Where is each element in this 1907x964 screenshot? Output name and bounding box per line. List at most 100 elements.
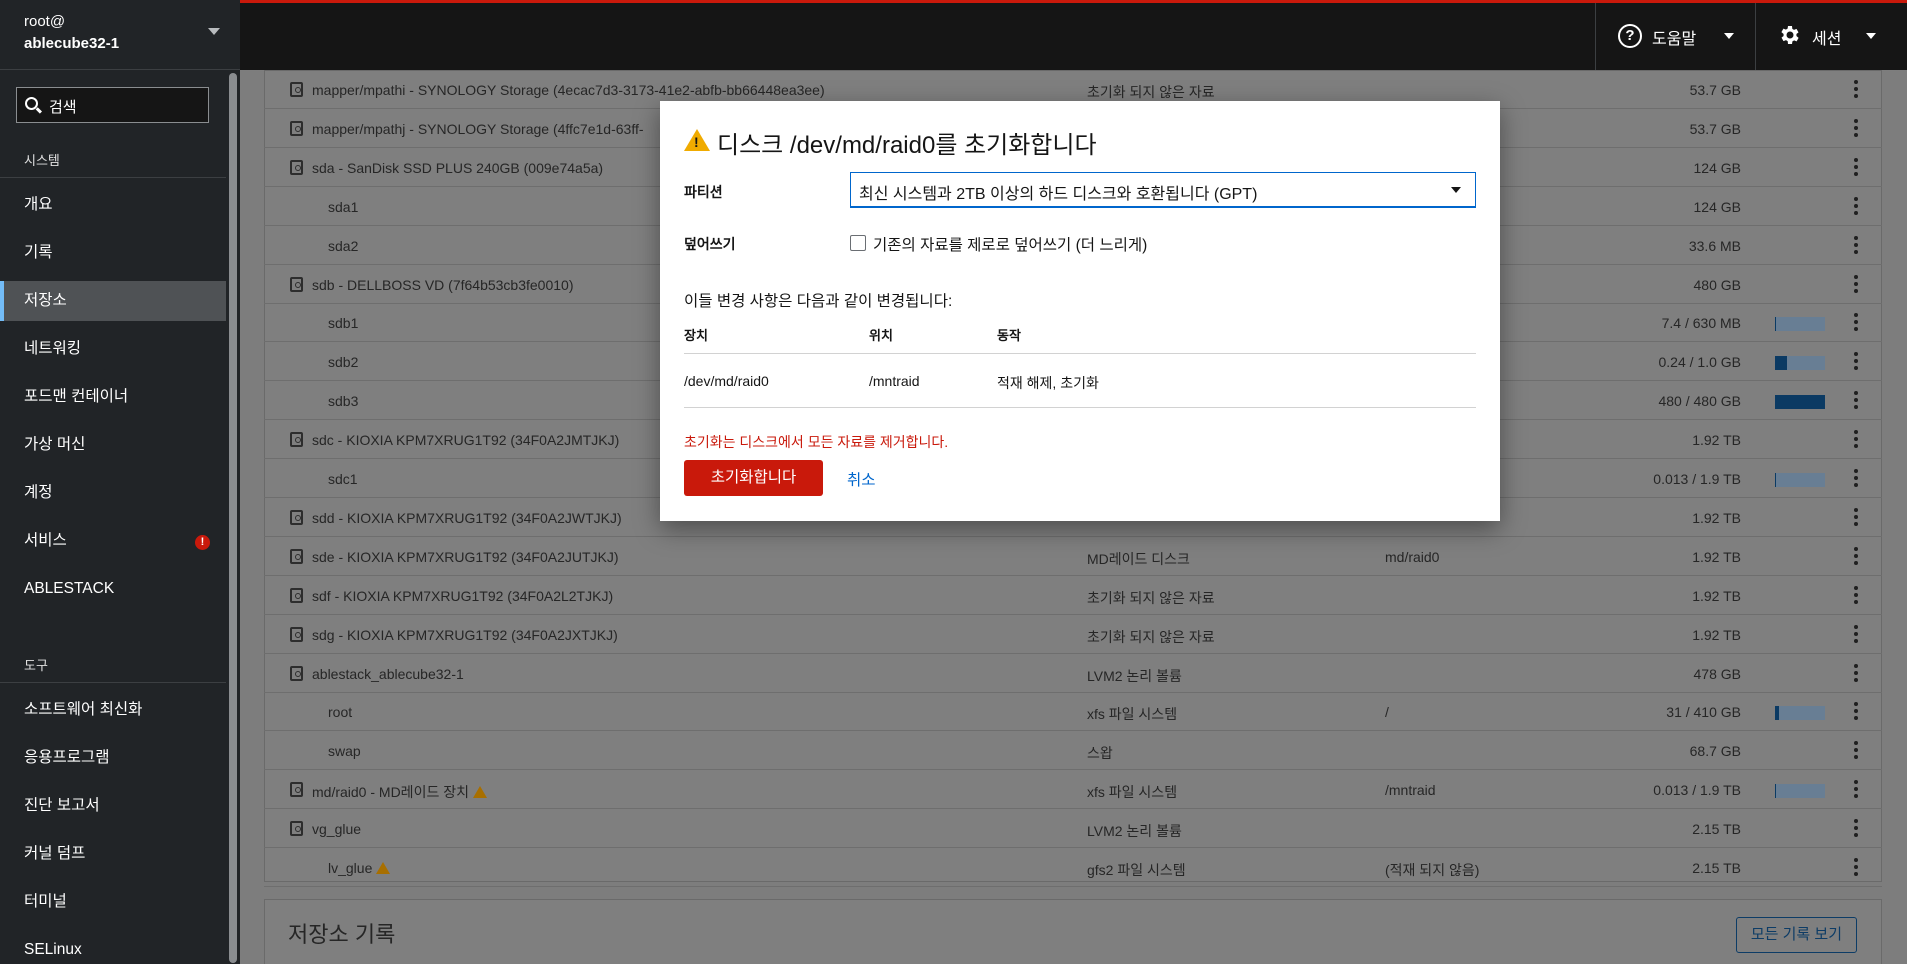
kebab-menu-icon[interactable]	[1854, 546, 1858, 565]
kebab-menu-icon[interactable]	[1854, 780, 1858, 799]
drive-name: sdb2	[328, 354, 359, 371]
kebab-menu-icon[interactable]	[1854, 507, 1858, 526]
kebab-menu-icon[interactable]	[1854, 430, 1858, 449]
host-switcher[interactable]: root@ ablecube32-1	[0, 0, 240, 70]
divider	[0, 682, 226, 683]
sidebar-item-8[interactable]: 서비스!	[0, 521, 226, 561]
drive-size: 53.7 GB	[1689, 82, 1741, 98]
sidebar-item-label: 네트워킹	[24, 340, 82, 357]
drive-icon	[290, 432, 303, 448]
drive-content: 초기화 되지 않은 자료	[1087, 628, 1215, 645]
usage-bar	[1775, 317, 1825, 332]
cancel-button[interactable]: 취소	[847, 468, 876, 490]
drive-row[interactable]: ablestack_ablecube32-1 LVM2 논리 볼륨 478 GB	[264, 655, 1882, 693]
drive-icon	[290, 782, 303, 798]
sidebar-tool-4[interactable]: 커널 덤프	[0, 834, 226, 874]
drive-size: 33.6 MB	[1688, 237, 1741, 254]
sidebar-item-9[interactable]: ABLESTACK	[0, 569, 226, 609]
sidebar-tool-2[interactable]: 응용프로그램	[0, 738, 226, 778]
kebab-menu-icon[interactable]	[1854, 352, 1858, 371]
sidebar-item-2[interactable]: 기록	[0, 233, 226, 273]
view-all-logs-button[interactable]: 모든 기록 보기	[1735, 917, 1857, 953]
drive-icon	[290, 587, 303, 603]
kebab-menu-icon[interactable]	[1854, 663, 1858, 682]
sidebar-item-3[interactable]: 저장소	[0, 281, 226, 321]
drive-row[interactable]: lv_glue gfs2 파일 시스템 (적재 되지 않음) 2.15 TB	[264, 849, 1882, 887]
sidebar-item-4[interactable]: 네트워킹	[0, 329, 226, 369]
sidebar-scrollbar-thumb[interactable]	[229, 73, 237, 963]
usage-bar	[1775, 784, 1825, 799]
caret-down-icon	[1451, 187, 1461, 193]
overwrite-option-label[interactable]: 기존의 자료를 제로로 덮어쓰기 (더 느리게)	[873, 233, 1147, 255]
kebab-menu-icon[interactable]	[1854, 469, 1858, 487]
kebab-menu-icon[interactable]	[1854, 274, 1858, 293]
kebab-menu-icon[interactable]	[1854, 80, 1858, 98]
drive-size: 1.92 TB	[1692, 548, 1741, 565]
kebab-menu-icon[interactable]	[1854, 819, 1858, 838]
drive-row[interactable]: md/raid0 - MD레이드 장치 xfs 파일 시스템/mntraid 0.0…	[264, 771, 1882, 810]
drive-name: sdb3	[328, 393, 359, 410]
sidebar-item-label: 소프트웨어 최신화	[24, 701, 143, 718]
sidebar-item-6[interactable]: 가상 머신	[0, 425, 226, 465]
drive-name: sda1	[328, 198, 359, 215]
drive-name: sdg - KIOXIA KPM7XRUG1T92 (34F0A2JXTJKJ)	[312, 626, 618, 643]
kebab-menu-icon[interactable]	[1854, 858, 1858, 876]
kebab-menu-icon[interactable]	[1854, 624, 1858, 643]
drive-content: 초기화 되지 않은 자료	[1087, 84, 1215, 100]
drive-name: sda - SanDisk SSD PLUS 240GB (009e74a5a)	[312, 159, 604, 176]
search-icon	[25, 97, 38, 110]
search-input[interactable]: 검색	[16, 87, 209, 123]
help-menu-button[interactable]: ? 도움말	[1595, 3, 1755, 70]
overwrite-checkbox[interactable]	[850, 235, 866, 251]
kebab-menu-icon[interactable]	[1854, 235, 1858, 254]
drive-content: 초기화 되지 않은 자료	[1087, 589, 1215, 606]
drive-location: /	[1385, 704, 1389, 721]
drive-row[interactable]: swap 스왑 68.7 GB	[264, 732, 1882, 771]
system-section-label: 시스템	[24, 153, 60, 168]
drive-size: 0.013 / 1.9 TB	[1653, 782, 1741, 799]
drive-size: 2.15 TB	[1692, 860, 1741, 876]
kebab-menu-icon[interactable]	[1854, 157, 1858, 176]
kebab-menu-icon[interactable]	[1854, 585, 1858, 604]
sidebar-tool-5[interactable]: 터미널	[0, 882, 226, 922]
drive-icon	[290, 665, 303, 681]
drive-row[interactable]: sde - KIOXIA KPM7XRUG1T92 (34F0A2JUTJKJ)…	[264, 538, 1882, 576]
drive-size: 53.7 GB	[1689, 120, 1741, 137]
warning-icon	[376, 862, 391, 874]
sidebar-tool-3[interactable]: 진단 보고서	[0, 786, 226, 826]
partition-select[interactable]: 최신 시스템과 2TB 이상의 하드 디스크와 호환됩니다 (GPT)	[850, 172, 1476, 208]
drive-icon	[290, 821, 303, 837]
sidebar-item-5[interactable]: 포드맨 컨테이너	[0, 377, 226, 417]
drive-row[interactable]: sdg - KIOXIA KPM7XRUG1T92 (34F0A2JXTJKJ)…	[264, 616, 1882, 654]
drive-size: 478 GB	[1693, 665, 1741, 682]
kebab-menu-icon[interactable]	[1854, 702, 1858, 721]
sidebar-item-label: ABLESTACK	[24, 580, 115, 597]
drive-size: 1.92 TB	[1692, 626, 1741, 643]
divider	[684, 407, 1476, 408]
kebab-menu-icon[interactable]	[1854, 741, 1858, 760]
row-action: 적재 해제, 초기화	[997, 375, 1099, 391]
sidebar-item-7[interactable]: 계정	[0, 473, 226, 513]
sidebar-item-1[interactable]: 개요	[0, 185, 226, 225]
kebab-menu-icon[interactable]	[1854, 391, 1858, 410]
sidebar-tool-1[interactable]: 소프트웨어 최신화	[0, 690, 226, 730]
usage-bar	[1775, 356, 1825, 371]
overwrite-label: 덮어쓰기	[684, 236, 736, 252]
drive-row[interactable]: sdf - KIOXIA KPM7XRUG1T92 (34F0A2L2TJKJ)…	[264, 577, 1882, 615]
drive-name: sdb1	[328, 315, 359, 332]
kebab-menu-icon[interactable]	[1854, 313, 1858, 332]
drive-name: mapper/mpathj - SYNOLOGY Storage (4ffc7e…	[312, 120, 644, 137]
drive-row[interactable]: root xfs 파일 시스템 / 31 / 410 GB	[264, 693, 1882, 732]
drive-row[interactable]: vg_glue LVM2 논리 볼륨 2.15 TB	[264, 810, 1882, 849]
drive-size: 2.15 TB	[1692, 821, 1741, 838]
search-placeholder: 검색	[49, 99, 77, 116]
initialize-button[interactable]: 초기화합니다	[684, 460, 823, 496]
warning-icon	[684, 129, 710, 151]
sidebar-tool-6[interactable]: SELinux	[0, 930, 226, 964]
drive-name: swap	[328, 743, 361, 760]
kebab-menu-icon[interactable]	[1854, 118, 1858, 137]
kebab-menu-icon[interactable]	[1854, 196, 1858, 215]
sidebar-item-label: 기록	[24, 244, 53, 261]
col-device-header: 장치	[684, 328, 708, 343]
session-menu-button[interactable]: 세션	[1755, 3, 1900, 70]
